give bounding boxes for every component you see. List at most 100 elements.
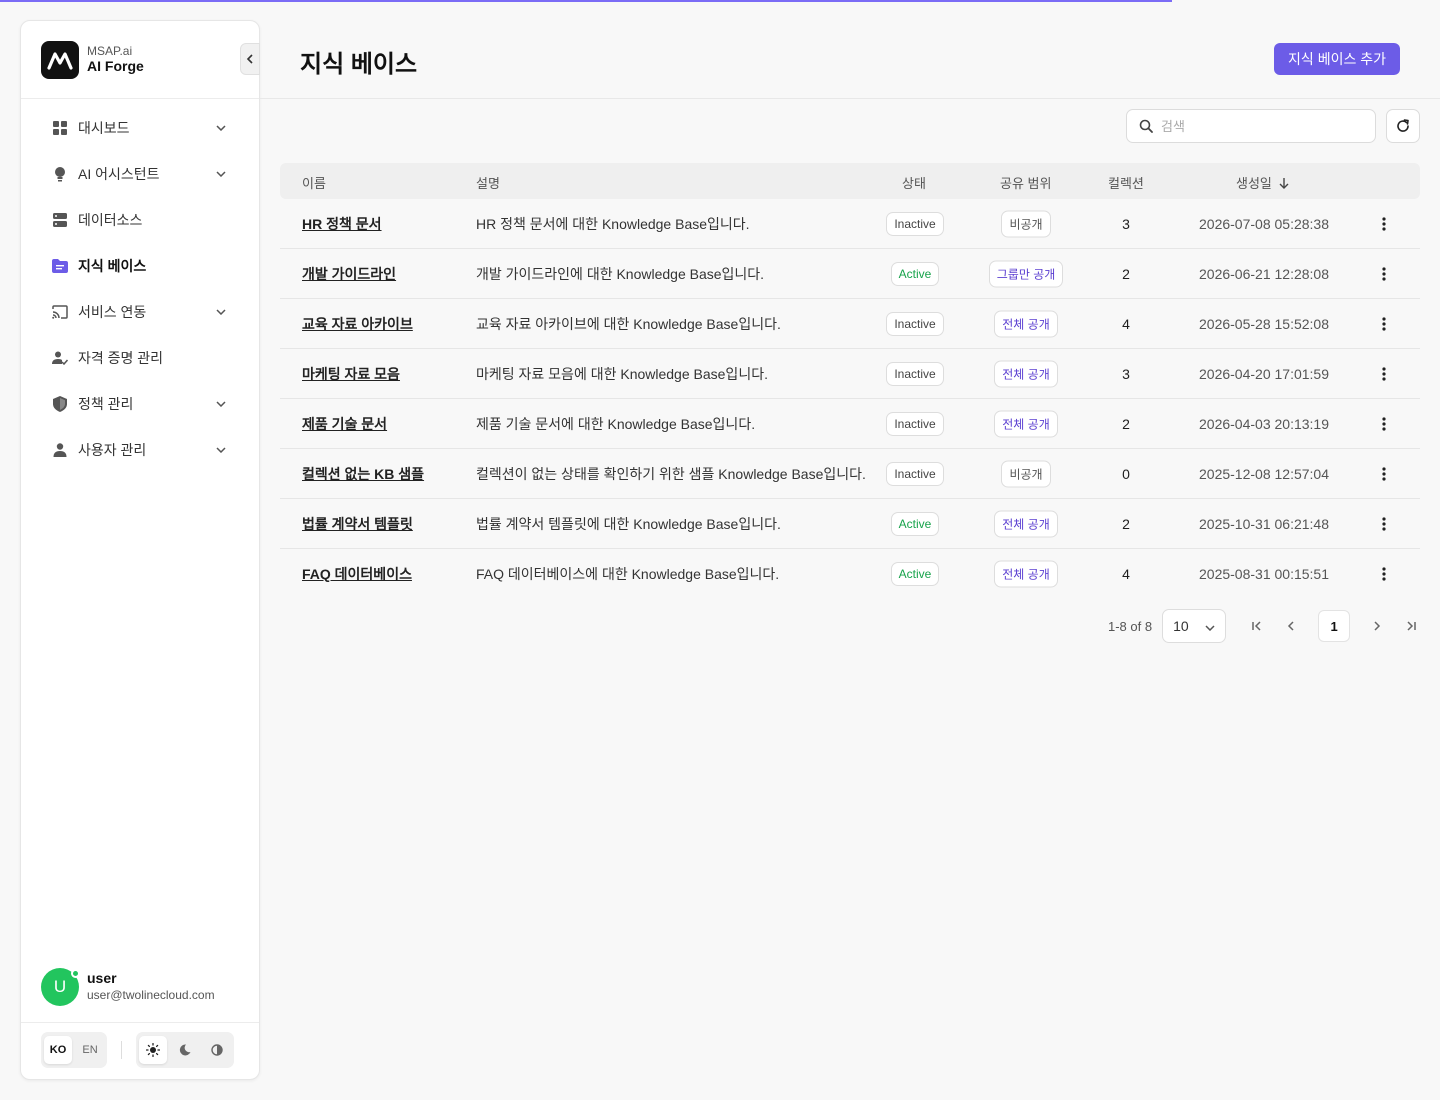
created-date: 2026-06-21 12:28:08 <box>1199 265 1329 282</box>
pagination-range: 1-8 of 8 <box>1108 618 1153 634</box>
page-number-button[interactable]: 1 <box>1318 610 1351 642</box>
column-header-name[interactable]: 이름 <box>302 173 326 192</box>
sidebar-header: MSAP.ai AI Forge <box>21 21 260 99</box>
sidebar-item-knowledge-base[interactable]: 지식 베이스 <box>21 243 259 289</box>
kb-name-link[interactable]: 교육 자료 아카이브 <box>302 314 413 334</box>
more-vertical-icon <box>1382 316 1386 331</box>
more-vertical-icon <box>1382 516 1386 531</box>
row-actions-button[interactable] <box>1374 564 1394 584</box>
created-date: 2026-04-03 20:13:19 <box>1199 415 1329 432</box>
kb-name-link[interactable]: 제품 기술 문서 <box>302 414 387 434</box>
status-badge: Inactive <box>886 461 944 486</box>
table-row: 컬렉션 없는 KB 샘플 컬렉션이 없는 상태를 확인하기 위한 샘플 Knowl… <box>280 449 1420 499</box>
status-badge: Active <box>890 261 940 286</box>
search-box <box>1126 109 1376 143</box>
logo-mark-icon <box>47 51 73 70</box>
moon-icon <box>179 1044 191 1056</box>
kb-name-link[interactable]: 법률 계약서 템플릿 <box>302 514 413 534</box>
created-date: 2025-12-08 12:57:04 <box>1199 465 1329 482</box>
refresh-button[interactable] <box>1386 109 1420 143</box>
status-badge: Inactive <box>886 211 944 236</box>
row-actions-button[interactable] <box>1374 364 1394 384</box>
row-actions-button[interactable] <box>1374 414 1394 434</box>
status-badge: Active <box>890 511 940 536</box>
kb-description: FAQ 데이터베이스에 대한 Knowledge Base입니다. <box>476 566 780 582</box>
sidebar-item-service-integration[interactable]: 서비스 연동 <box>21 289 259 335</box>
row-actions-button[interactable] <box>1374 264 1394 284</box>
more-vertical-icon <box>1382 366 1386 381</box>
kb-description: 마케팅 자료 모음에 대한 Knowledge Base입니다. <box>476 365 768 382</box>
created-date: 2026-07-08 05:28:38 <box>1199 215 1329 232</box>
sidebar-collapse-button[interactable] <box>240 43 260 75</box>
search-input[interactable] <box>1161 118 1361 134</box>
page-header: 지식 베이스 지식 베이스 추가 <box>260 0 1440 99</box>
created-date: 2026-04-20 17:01:59 <box>1199 365 1329 382</box>
scope-badge: 비공개 <box>1001 210 1051 237</box>
sidebar-item-label: 정책 관리 <box>78 396 134 412</box>
kb-name-link[interactable]: FAQ 데이터베이스 <box>302 564 412 584</box>
kb-name-link[interactable]: 컬렉션 없는 KB 샘플 <box>302 464 424 484</box>
table-row: 마케팅 자료 모음 마케팅 자료 모음에 대한 Knowledge Base입니다… <box>280 349 1420 399</box>
next-page-button[interactable] <box>1362 611 1392 641</box>
row-actions-button[interactable] <box>1374 314 1394 334</box>
theme-system-button[interactable] <box>203 1036 231 1064</box>
user-profile[interactable]: U user user@twolinecloud.com <box>21 951 259 1023</box>
page-title: 지식 베이스 <box>300 51 418 78</box>
row-actions-button[interactable] <box>1374 464 1394 484</box>
user-name: user <box>87 970 117 987</box>
row-actions-button[interactable] <box>1374 514 1394 534</box>
last-page-icon <box>1407 621 1416 631</box>
kb-name-link[interactable]: 개발 가이드라인 <box>302 264 396 284</box>
column-header-description[interactable]: 설명 <box>476 173 500 192</box>
chevron-down-icon <box>215 306 227 318</box>
kb-name-link[interactable]: HR 정책 문서 <box>302 214 382 234</box>
scope-badge: 비공개 <box>1001 460 1051 487</box>
scope-badge: 전체 공개 <box>994 360 1058 387</box>
sidebar-item-credentials[interactable]: 자격 증명 관리 <box>21 335 259 381</box>
person-icon <box>52 442 68 458</box>
page-size-select[interactable]: 10 <box>1162 609 1227 643</box>
brand-name: AI Forge <box>87 58 144 75</box>
sidebar-item-users[interactable]: 사용자 관리 <box>21 427 259 473</box>
sidebar-footer: KO EN <box>41 1032 234 1068</box>
theme-dark-button[interactable] <box>171 1036 199 1064</box>
user-check-icon <box>52 350 68 366</box>
chevron-down-icon <box>1205 618 1215 634</box>
lang-ko-button[interactable]: KO <box>44 1036 72 1064</box>
column-header-status[interactable]: 상태 <box>902 173 926 192</box>
kb-name-link[interactable]: 마케팅 자료 모음 <box>302 364 400 384</box>
more-vertical-icon <box>1382 466 1386 481</box>
folder-icon <box>52 258 68 274</box>
brand: MSAP.ai AI Forge <box>87 44 144 75</box>
column-header-collections[interactable]: 컬렉션 <box>1108 173 1144 192</box>
add-knowledge-base-button[interactable]: 지식 베이스 추가 <box>1274 43 1400 75</box>
scope-badge: 전체 공개 <box>994 560 1058 588</box>
contrast-icon <box>211 1044 223 1056</box>
sidebar-item-policy[interactable]: 정책 관리 <box>21 381 259 427</box>
kb-description: 제품 기술 문서에 대한 Knowledge Base입니다. <box>476 415 756 432</box>
table-row: 제품 기술 문서 제품 기술 문서에 대한 Knowledge Base입니다. I… <box>280 399 1420 449</box>
server-icon <box>52 212 68 228</box>
chevron-left-icon <box>246 54 253 64</box>
theme-light-button[interactable] <box>139 1036 167 1064</box>
last-page-button[interactable] <box>1396 611 1426 641</box>
lang-en-button[interactable]: EN <box>76 1036 104 1064</box>
column-header-created[interactable]: 생성일 <box>1236 173 1290 192</box>
more-vertical-icon <box>1382 416 1386 431</box>
sidebar-item-ai-assistant[interactable]: AI 어시스턴트 <box>21 151 259 197</box>
table-row: FAQ 데이터베이스 FAQ 데이터베이스에 대한 Knowledge Base입… <box>280 549 1420 599</box>
row-actions-button[interactable] <box>1374 214 1394 234</box>
sidebar-item-label: 서비스 연동 <box>78 304 147 320</box>
prev-page-button[interactable] <box>1276 611 1306 641</box>
column-header-created-label: 생성일 <box>1236 176 1272 191</box>
column-header-scope[interactable]: 공유 범위 <box>1000 173 1051 192</box>
brand-logo[interactable] <box>41 40 79 79</box>
sidebar-item-dashboard[interactable]: 대시보드 <box>21 105 259 151</box>
sidebar-nav: 대시보드 AI 어시스턴트 데이터소스 지식 베이스 서비스 연동 자격 증명 … <box>21 99 259 473</box>
avatar: U <box>41 967 80 1006</box>
scope-badge: 전체 공개 <box>994 510 1058 537</box>
sidebar-item-datasource[interactable]: 데이터소스 <box>21 197 259 243</box>
first-page-button[interactable] <box>1242 611 1272 641</box>
scope-badge: 전체 공개 <box>994 410 1058 437</box>
sun-icon <box>146 1043 160 1057</box>
